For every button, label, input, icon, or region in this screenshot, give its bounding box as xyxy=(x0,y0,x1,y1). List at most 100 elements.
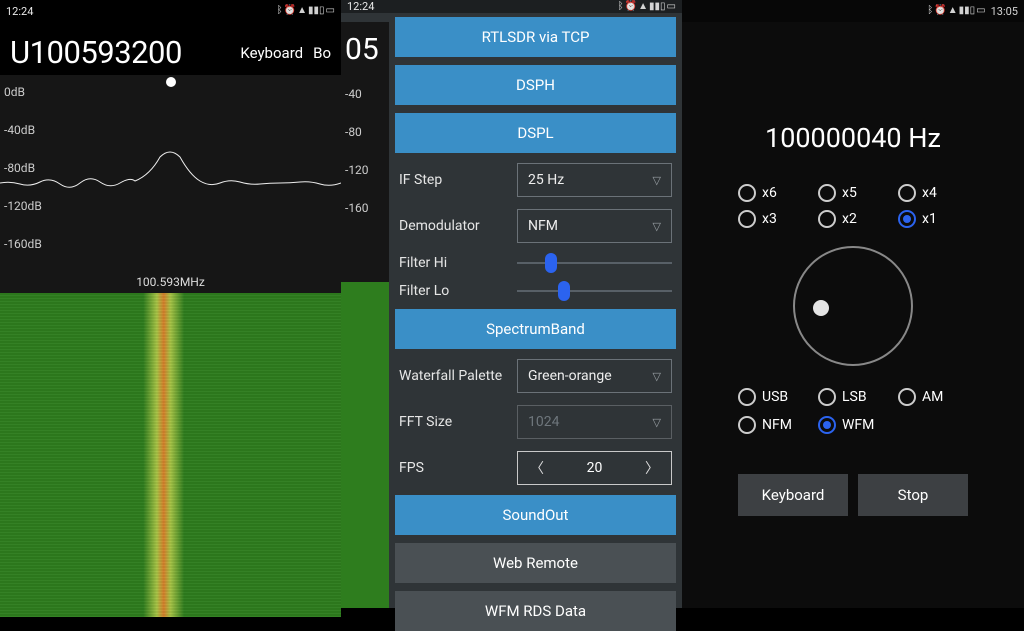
wifi-icon: ▲ xyxy=(948,6,958,16)
tuning-marker[interactable] xyxy=(166,77,176,87)
alarm-icon: ⏰ xyxy=(284,6,296,16)
bookmark-link-partial[interactable]: Bo xyxy=(313,44,331,62)
demodulator-label: Demodulator xyxy=(399,218,509,234)
axis-tick: -160dB xyxy=(4,237,42,251)
frequency-readout: 100000040 Hz xyxy=(765,122,941,154)
radio-icon xyxy=(818,388,836,406)
mode-wfm[interactable]: WFM xyxy=(818,416,888,434)
mode-am[interactable]: AM xyxy=(898,388,968,406)
frequency-display[interactable]: U100593200 xyxy=(10,34,182,71)
waterfall-display[interactable] xyxy=(0,293,341,617)
axis-tick: -80 xyxy=(345,125,389,139)
mode-lsb[interactable]: LSB xyxy=(818,388,888,406)
dial-indicator xyxy=(813,300,829,316)
status-icons: ᛒ ⏰ ▲ ▮▮▯ ▭ xyxy=(618,2,676,12)
axis-tick: -160 xyxy=(345,201,389,215)
mult-x2[interactable]: x2 xyxy=(818,210,888,228)
multiplier-grid: x6 x5 x4 x3 x2 x1 xyxy=(738,184,968,228)
slider-thumb[interactable] xyxy=(545,253,557,273)
mult-x4[interactable]: x4 xyxy=(898,184,968,202)
settings-panel: 12:24 ᛒ ⏰ ▲ ▮▮▯ ▭ 05 -40 -80 -120 -160 R… xyxy=(341,0,682,608)
mult-x1[interactable]: x1 xyxy=(898,210,968,228)
fftsize-label: FFT Size xyxy=(399,414,509,430)
status-bar: ᛒ ⏰ ▲ ▮▮▯ ▭ 13:05 xyxy=(682,0,1024,22)
ifstep-select[interactable]: 25 Hz ▽ xyxy=(517,163,672,197)
source-button[interactable]: RTLSDR via TCP xyxy=(395,17,676,57)
battery-icon: ▭ xyxy=(667,2,676,12)
header-row: U100593200 Keyboard Bo xyxy=(0,22,341,75)
keyboard-link[interactable]: Keyboard xyxy=(240,44,303,62)
mult-x6[interactable]: x6 xyxy=(738,184,808,202)
ifstep-label: IF Step xyxy=(399,172,509,188)
axis-tick: -40dB xyxy=(4,123,42,137)
radio-icon xyxy=(738,416,756,434)
status-icons: ᛒ ⏰ ▲ ▮▮▯ ▭ 13:05 xyxy=(927,6,1018,17)
palette-label: Waterfall Palette xyxy=(399,368,509,384)
stepper-increment[interactable]: 〉 xyxy=(641,458,663,478)
filterhi-slider[interactable] xyxy=(517,262,672,264)
slider-thumb[interactable] xyxy=(558,281,570,301)
bluetooth-icon: ᛒ xyxy=(618,2,624,12)
fps-stepper[interactable]: 〈 20 〉 xyxy=(517,451,672,485)
radio-icon xyxy=(898,210,916,228)
dspl-button[interactable]: DSPL xyxy=(395,113,676,153)
wifi-icon: ▲ xyxy=(297,6,307,16)
spectrum-plot[interactable]: 0dB -40dB -80dB -120dB -160dB 100.593MHz xyxy=(0,75,341,293)
fps-value: 20 xyxy=(587,460,603,476)
wifi-icon: ▲ xyxy=(638,2,648,12)
status-icons: ᛒ ⏰ ▲ ▮▮▯ ▭ xyxy=(277,6,335,16)
mult-x3[interactable]: x3 xyxy=(738,210,808,228)
signal-icon: ▮▮▯ xyxy=(308,6,325,16)
filterhi-label: Filter Hi xyxy=(399,255,509,271)
radio-icon xyxy=(818,184,836,202)
radio-icon xyxy=(818,416,836,434)
radio-icon xyxy=(898,388,916,406)
soundout-button[interactable]: SoundOut xyxy=(395,495,676,535)
mode-nfm[interactable]: NFM xyxy=(738,416,808,434)
axis-tick: -120 xyxy=(345,163,389,177)
ifstep-value: 25 Hz xyxy=(528,172,564,188)
keyboard-button[interactable]: Keyboard xyxy=(738,474,848,516)
palette-value: Green-orange xyxy=(528,368,612,384)
underlying-spectrum-peek: 05 -40 -80 -120 -160 xyxy=(341,22,389,608)
tuning-dial[interactable] xyxy=(793,246,913,366)
palette-select[interactable]: Green-orange ▽ xyxy=(517,359,672,393)
mult-x5[interactable]: x5 xyxy=(818,184,888,202)
axis-tick: -40 xyxy=(345,87,389,101)
fftsize-value: 1024 xyxy=(528,414,559,430)
status-time: 13:05 xyxy=(991,6,1018,17)
signal-icon: ▮▮▯ xyxy=(649,2,666,12)
axis-tick: -120dB xyxy=(4,199,42,213)
bluetooth-icon: ᛒ xyxy=(927,6,933,16)
spectrumband-button[interactable]: SpectrumBand xyxy=(395,309,676,349)
alarm-icon: ⏰ xyxy=(625,2,637,12)
axis-tick: 0dB xyxy=(4,85,42,99)
fps-label: FPS xyxy=(399,460,509,476)
radio-icon xyxy=(898,184,916,202)
battery-icon: ▭ xyxy=(326,6,335,16)
filterlo-label: Filter Lo xyxy=(399,283,509,299)
status-bar: 12:24 ᛒ ⏰ ▲ ▮▮▯ ▭ xyxy=(341,0,682,13)
rds-data-button[interactable]: WFM RDS Data xyxy=(395,591,676,631)
webremote-button[interactable]: Web Remote xyxy=(395,543,676,583)
demodulator-select[interactable]: NFM ▽ xyxy=(517,209,672,243)
demodulator-value: NFM xyxy=(528,218,558,234)
peek-frequency-fragment: 05 xyxy=(341,22,389,67)
radio-icon xyxy=(738,388,756,406)
chevron-down-icon: ▽ xyxy=(653,174,661,187)
bluetooth-icon: ᛒ xyxy=(277,6,283,16)
filterlo-slider[interactable] xyxy=(517,290,672,292)
chevron-down-icon: ▽ xyxy=(653,220,661,233)
mode-usb[interactable]: USB xyxy=(738,388,808,406)
status-bar: 12:24 ᛒ ⏰ ▲ ▮▮▯ ▭ xyxy=(0,0,341,22)
dsph-button[interactable]: DSPH xyxy=(395,65,676,105)
stop-button[interactable]: Stop xyxy=(858,474,968,516)
radio-icon xyxy=(818,210,836,228)
stepper-decrement[interactable]: 〈 xyxy=(526,458,548,478)
tuning-panel: ᛒ ⏰ ▲ ▮▮▯ ▭ 13:05 100000040 Hz x6 x5 x4 … xyxy=(682,0,1024,608)
battery-icon: ▭ xyxy=(976,6,985,16)
signal-icon: ▮▮▯ xyxy=(959,6,976,16)
spectrum-panel: 12:24 ᛒ ⏰ ▲ ▮▮▯ ▭ U100593200 Keyboard Bo… xyxy=(0,0,341,608)
spectrum-trace xyxy=(0,145,341,195)
center-frequency-label: 100.593MHz xyxy=(136,275,205,289)
